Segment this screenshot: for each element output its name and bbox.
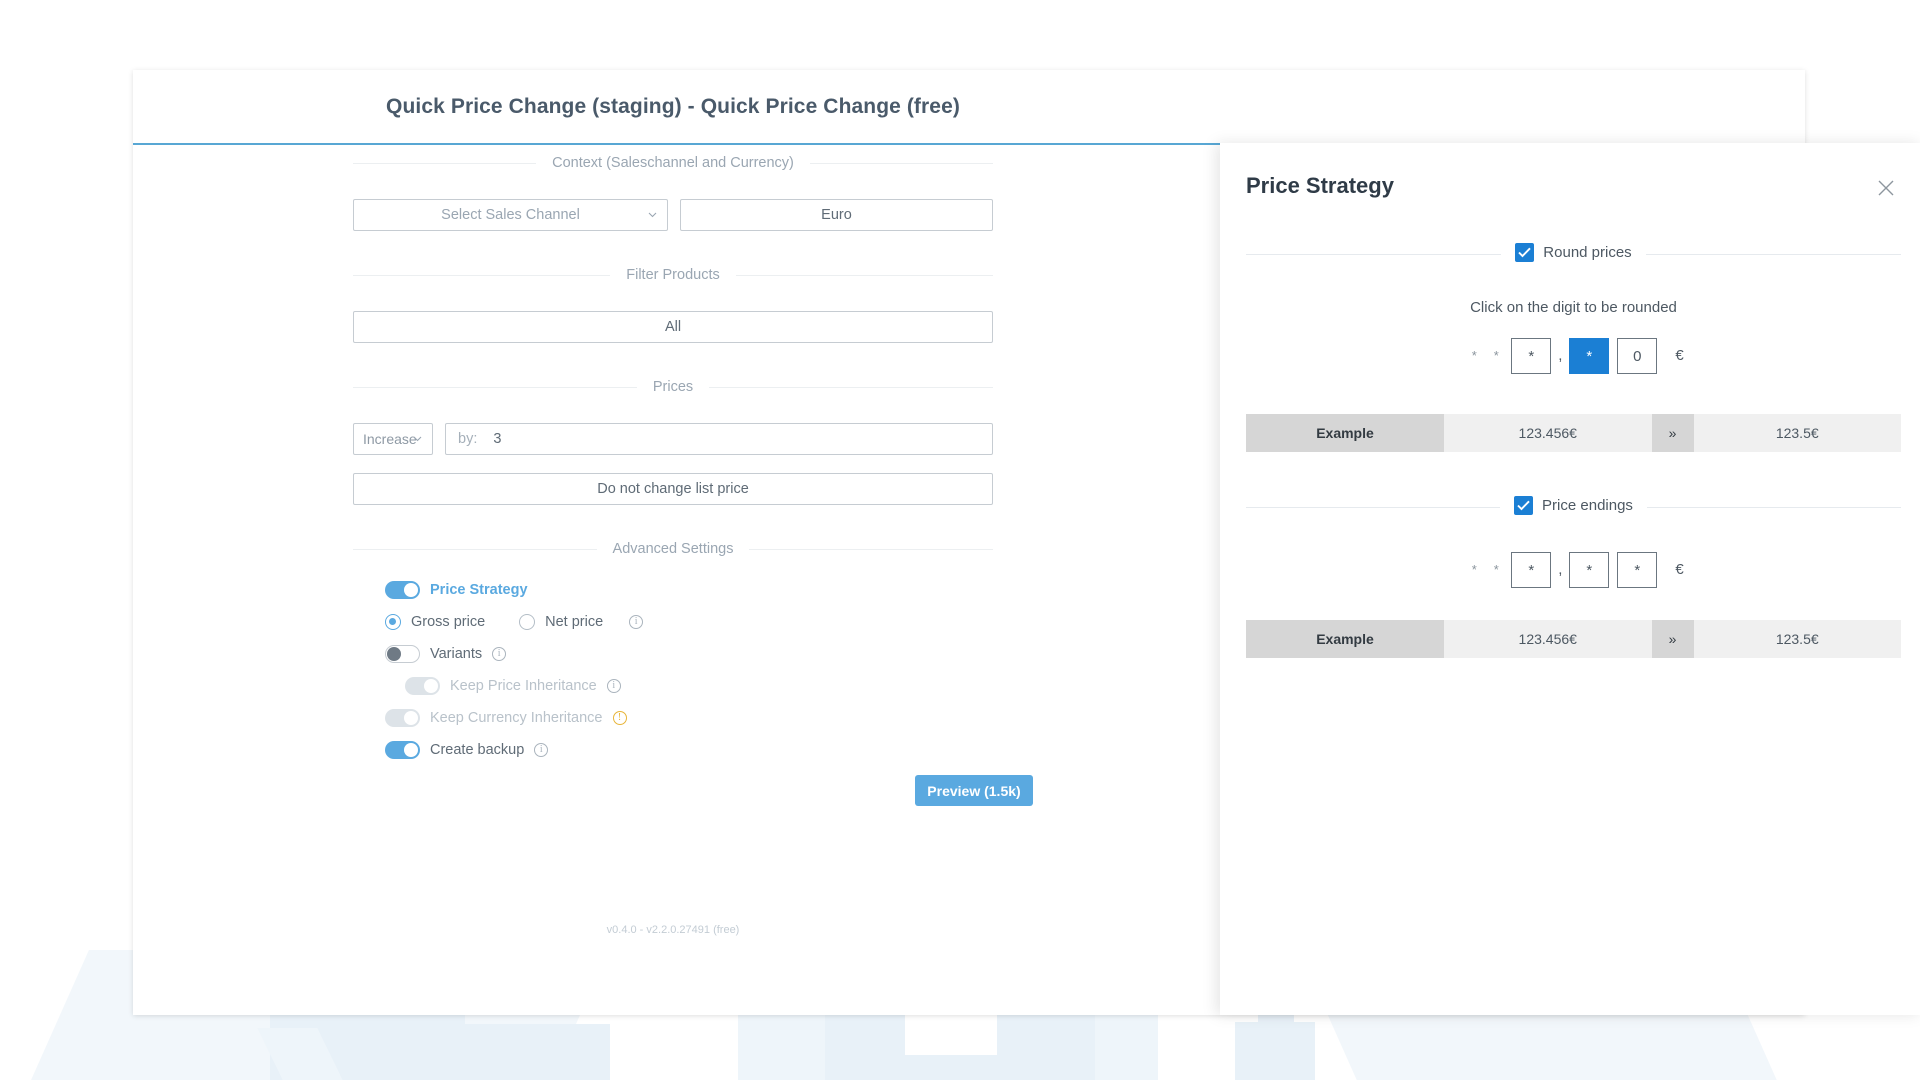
- by-label: by:: [458, 431, 478, 447]
- price-endings-label: Price endings: [1542, 497, 1633, 514]
- round-example-row: Example 123.456€ » 123.5€: [1246, 414, 1901, 452]
- price-type-radio-group[interactable]: Gross price Net price i: [385, 609, 993, 635]
- round-prices-digit-row: * * * , * 0 €: [1246, 338, 1901, 374]
- price-direction-select[interactable]: Increase: [353, 423, 433, 455]
- price-strategy-drawer: Price Strategy Round prices Click on the…: [1220, 143, 1920, 1015]
- toggle-row-keep-price-inheritance: Keep Price Inheritance i: [385, 673, 993, 699]
- endings-currency-symbol: €: [1675, 561, 1684, 578]
- sales-channel-select[interactable]: Select Sales Channel: [353, 199, 668, 231]
- section-advanced-settings: Advanced Settings: [353, 539, 993, 559]
- keep-currency-inheritance-label: Keep Currency Inheritance: [430, 710, 603, 726]
- endings-star-1: *: [1471, 562, 1477, 577]
- round-example-before: 123.456€: [1444, 414, 1652, 452]
- prices-field-row: Increase by: 3: [353, 423, 993, 455]
- price-strategy-toggle[interactable]: [385, 581, 420, 599]
- variants-info-icon[interactable]: i: [492, 647, 507, 661]
- filter-products-select[interactable]: All: [353, 311, 993, 343]
- close-icon[interactable]: [1875, 177, 1897, 199]
- endings-example-after: 123.5€: [1693, 620, 1901, 658]
- endings-digit-1[interactable]: *: [1511, 552, 1552, 588]
- net-price-radio[interactable]: [519, 614, 536, 630]
- round-prices-checkbox[interactable]: [1515, 243, 1535, 262]
- chevron-down-icon: [413, 436, 422, 442]
- keep-currency-inheritance-toggle: [385, 709, 420, 727]
- version-text: v0.4.0 - v2.2.0.27491 (free): [606, 924, 740, 936]
- list-price-row: Do not change list price: [353, 473, 993, 505]
- currency-value: Euro: [821, 207, 852, 223]
- by-value: 3: [493, 431, 502, 447]
- price-endings-checkbox[interactable]: [1514, 496, 1534, 515]
- keep-price-inheritance-toggle: [405, 677, 440, 695]
- keep-price-inheritance-info-icon[interactable]: i: [606, 679, 621, 693]
- price-endings-header: Price endings: [1246, 496, 1901, 518]
- round-example-arrow-icon: »: [1651, 414, 1694, 452]
- round-digit-2[interactable]: *: [1569, 338, 1610, 374]
- section-prices: Prices: [353, 377, 993, 397]
- toggle-row-variants[interactable]: Variants i: [385, 641, 993, 667]
- gross-price-radio[interactable]: [385, 614, 401, 630]
- page-title: Quick Price Change (staging) - Quick Pri…: [386, 95, 960, 118]
- endings-digit-2[interactable]: *: [1569, 552, 1610, 588]
- round-comma: ,: [1558, 347, 1563, 364]
- endings-example-row: Example 123.456€ » 123.5€: [1246, 620, 1901, 658]
- gross-price-label: Gross price: [411, 614, 486, 630]
- round-digit-1[interactable]: *: [1511, 338, 1552, 374]
- app-window: Quick Price Change (staging) - Quick Pri…: [133, 70, 1920, 1015]
- filter-products-value: All: [664, 319, 682, 335]
- section-label-filter-products: Filter Products: [610, 265, 736, 285]
- section-filter-products: Filter Products: [353, 265, 993, 285]
- round-currency-symbol: €: [1675, 347, 1684, 364]
- preview-button[interactable]: Preview (1.5k): [915, 775, 1033, 806]
- drawer-title: Price Strategy: [1246, 173, 1394, 198]
- section-context: Context (Saleschannel and Currency): [353, 153, 993, 173]
- round-prices-label: Round prices: [1543, 244, 1632, 261]
- list-price-select[interactable]: Do not change list price: [353, 473, 993, 505]
- round-example-label: Example: [1246, 414, 1444, 452]
- keep-currency-inheritance-warning-icon[interactable]: !: [612, 711, 627, 725]
- app-header: Quick Price Change (staging) - Quick Pri…: [133, 70, 1805, 145]
- chevron-down-icon: [648, 212, 657, 218]
- section-label-advanced-settings: Advanced Settings: [596, 539, 750, 559]
- create-backup-info-icon[interactable]: i: [534, 743, 549, 757]
- filter-field-row: All: [353, 311, 993, 343]
- round-prices-header: Round prices: [1246, 243, 1901, 265]
- endings-comma: ,: [1558, 561, 1563, 578]
- endings-example-before: 123.456€: [1444, 620, 1652, 658]
- toggle-row-keep-currency-inheritance: Keep Currency Inheritance !: [385, 705, 993, 731]
- price-amount-input[interactable]: by: 3: [445, 423, 993, 455]
- create-backup-toggle[interactable]: [385, 741, 420, 759]
- section-label-prices: Prices: [636, 377, 710, 397]
- toggle-row-create-backup[interactable]: Create backup i: [385, 737, 993, 763]
- price-strategy-label: Price Strategy: [430, 582, 528, 598]
- price-type-info-icon[interactable]: i: [629, 615, 644, 629]
- price-direction-value: Increase: [363, 431, 417, 447]
- endings-example-label: Example: [1246, 620, 1444, 658]
- variants-label: Variants: [430, 646, 483, 662]
- keep-price-inheritance-label: Keep Price Inheritance: [450, 678, 597, 694]
- round-prices-hint: Click on the digit to be rounded: [1470, 299, 1677, 316]
- endings-digit-3[interactable]: *: [1617, 552, 1658, 588]
- section-label-context: Context (Saleschannel and Currency): [536, 153, 810, 173]
- toggle-row-price-strategy[interactable]: Price Strategy: [385, 577, 993, 603]
- round-star-2: *: [1493, 348, 1499, 363]
- context-field-row: Select Sales Channel Euro: [353, 199, 993, 231]
- variants-toggle[interactable]: [385, 645, 420, 663]
- create-backup-label: Create backup: [430, 742, 525, 758]
- list-price-value: Do not change list price: [597, 481, 749, 497]
- round-star-1: *: [1471, 348, 1477, 363]
- currency-select[interactable]: Euro: [680, 199, 993, 231]
- round-example-after: 123.5€: [1693, 414, 1901, 452]
- advanced-settings-list: Price Strategy Gross price Net price i V…: [353, 577, 993, 763]
- price-endings-digit-row: * * * , * * €: [1246, 552, 1901, 588]
- endings-example-arrow-icon: »: [1651, 620, 1694, 658]
- endings-star-2: *: [1493, 562, 1499, 577]
- net-price-label: Net price: [545, 614, 604, 630]
- sales-channel-value: Select Sales Channel: [441, 207, 580, 223]
- round-digit-3[interactable]: 0: [1617, 338, 1658, 374]
